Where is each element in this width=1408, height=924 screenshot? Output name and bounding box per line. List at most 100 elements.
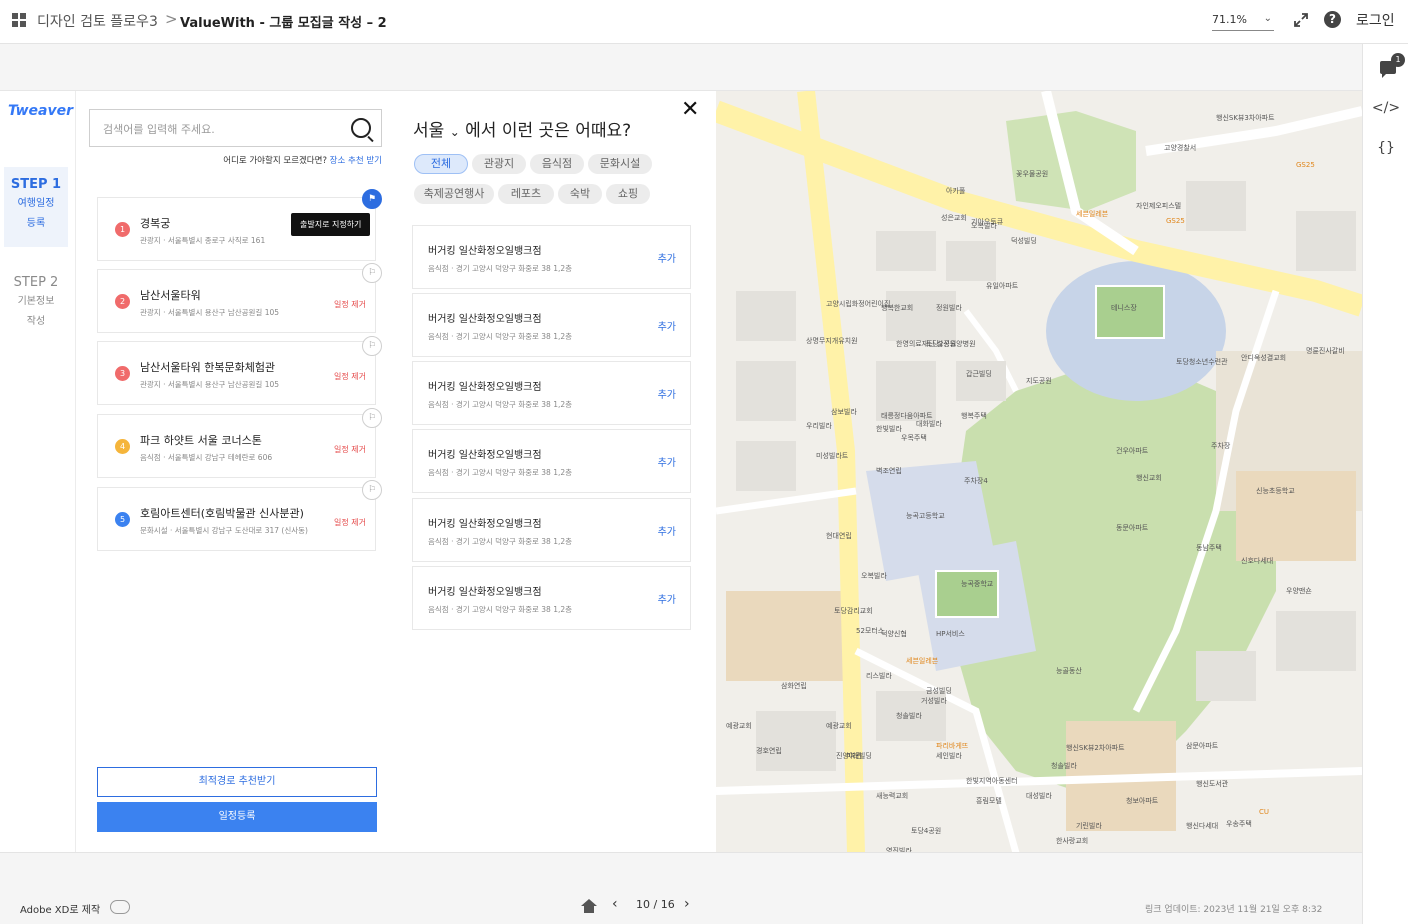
close-icon[interactable]: ✕ <box>681 97 699 122</box>
flag-icon[interactable]: ⚐ <box>362 408 382 428</box>
map-label: 주차장 <box>1211 442 1231 450</box>
recommend-item[interactable]: 버거킹 일산화정오일뱅크점 음식점 · 경기 고양시 덕양구 화중로 38 1,… <box>412 566 691 630</box>
prev-page-icon[interactable]: ‹ <box>612 896 618 912</box>
chip-all[interactable]: 전체 <box>414 154 468 174</box>
add-button[interactable]: 추가 <box>658 250 676 265</box>
add-button[interactable]: 추가 <box>658 386 676 401</box>
flag-icon[interactable]: ⚐ <box>362 480 382 500</box>
map-label: 능골동산 <box>1056 667 1082 675</box>
recommend-address: 음식점 · 경기 고양시 덕양구 화중로 38 1,2층 <box>428 605 573 614</box>
chip-lodging[interactable]: 숙박 <box>558 184 602 204</box>
recommend-title: 서울 ⌄ 에서 이런 곳은 어때요? <box>413 116 631 141</box>
schedule-item[interactable]: 4 파크 하얏트 서울 코너스톤 음식점 · 서울특별시 강남구 테헤란로 60… <box>97 414 376 478</box>
map-label: 갑근빌딩 <box>966 370 992 378</box>
grid-menu-icon[interactable] <box>12 13 26 27</box>
map-label: 주차장4 <box>964 477 988 485</box>
map-label: 행신교회 <box>1136 474 1162 482</box>
map-label: 신능초등학교 <box>1256 487 1295 495</box>
chip-festival[interactable]: 축제공연행사 <box>414 184 494 204</box>
map-label: 능곡고등학교 <box>906 512 945 520</box>
recommend-name: 버거킹 일산화정오일뱅크점 <box>428 450 542 461</box>
map-label: 청보아파트 <box>1126 797 1159 805</box>
schedule-item[interactable]: 5 호림아트센터(호림박물관 신사분관) 문화시설 · 서울특별시 강남구 도산… <box>97 487 376 551</box>
map-label: 고양경찰서 <box>1164 144 1197 152</box>
place-address: 관광지 · 서울특별시 용산구 남산공원길 105 <box>140 308 280 317</box>
map-view[interactable]: 고양경찰서 꽃우물공원 세븐일레븐 아카풀 자인제오피스텔 기아오토큐 GS25 덕성빌딩 유일… <box>716 91 1362 852</box>
map-label: 행복주택 <box>961 412 987 420</box>
map-label: 우송주택 <box>1226 820 1252 828</box>
zoom-select[interactable]: 71.1% ⌄ <box>1212 13 1274 31</box>
map-label: 청솔빌라 <box>1051 762 1077 770</box>
place-name: 남산서울타워 <box>140 289 201 302</box>
app-logo: Tweaver <box>8 103 74 119</box>
map-label: 기린빌라 <box>1076 822 1102 830</box>
add-button[interactable]: 추가 <box>658 523 676 538</box>
remove-button[interactable]: 일정 제거 <box>334 444 366 455</box>
recommend-item[interactable]: 버거킹 일산화정오일뱅크점 음식점 · 경기 고양시 덕양구 화중로 38 1,… <box>412 293 691 357</box>
map-label: 예광교회 <box>826 722 852 730</box>
map-label: 52모터스 <box>856 627 885 635</box>
home-icon[interactable] <box>580 898 598 914</box>
braces-icon[interactable]: {} <box>1363 140 1408 156</box>
recommend-name: 버거킹 일산화정오일뱅크점 <box>428 246 542 257</box>
start-flag-icon[interactable]: ⚑ <box>362 189 382 209</box>
app-sidebar: Tweaver STEP 1 여행일정 등록 STEP 2 기본정보 작성 <box>0 91 76 852</box>
caret-down-icon[interactable]: ⌄ <box>450 125 460 139</box>
map-label: 안디옥성결교회 <box>1241 354 1287 362</box>
map-label: 한사랑교회 <box>1056 837 1089 845</box>
login-button[interactable]: 로그인 <box>1356 10 1395 30</box>
flag-icon[interactable]: ⚐ <box>362 336 382 356</box>
recommend-link[interactable]: 장소 추천 받기 <box>330 156 382 166</box>
schedule-panel: 검색어를 입력해 주세요. 어디로 가야할지 모르겠다면? 장소 추천 받기 1… <box>76 91 396 852</box>
place-address: 음식점 · 서울특별시 강남구 테헤란로 606 <box>140 453 273 462</box>
remove-button[interactable]: 일정 제거 <box>334 371 366 382</box>
map-label: 현대연립 <box>826 532 852 540</box>
zoom-value: 71.1% <box>1212 13 1247 26</box>
chip-tourism[interactable]: 관광지 <box>472 154 526 174</box>
schedule-item[interactable]: 3 남산서울타워 한복문화체험관 관광지 · 서울특별시 용산구 남산공원길 1… <box>97 341 376 405</box>
code-icon[interactable]: </> <box>1363 100 1408 116</box>
chip-culture[interactable]: 문화시설 <box>588 154 652 174</box>
map-label: 상명무지개유치원 <box>806 337 858 345</box>
step-1[interactable]: STEP 1 여행일정 등록 <box>4 167 68 247</box>
bottom-bar: Adobe XD로 제작 ‹ 10 / 16 › 링크 업데이트: 2023년 … <box>0 852 1362 924</box>
recommend-address: 음식점 · 경기 고양시 덕양구 화중로 38 1,2층 <box>428 264 573 273</box>
help-icon[interactable]: ? <box>1324 11 1341 28</box>
recommend-item[interactable]: 버거킹 일산화정오일뱅크점 음식점 · 경기 고양시 덕양구 화중로 38 1,… <box>412 429 691 493</box>
search-input[interactable]: 검색어를 입력해 주세요. <box>89 109 382 147</box>
route-recommend-button[interactable]: 최적경로 추천받기 <box>97 767 377 797</box>
place-address: 관광지 · 서울특별시 종로구 사직로 161 <box>140 236 266 245</box>
add-button[interactable]: 추가 <box>658 318 676 333</box>
comment-count-badge: 1 <box>1391 53 1405 67</box>
schedule-item[interactable]: 2 남산서울타워 관광지 · 서울특별시 용산구 남산공원길 105 일정 제거 <box>97 269 376 333</box>
map-label: 우리빌라 <box>806 422 832 430</box>
recommend-item[interactable]: 버거킹 일산화정오일뱅크점 음식점 · 경기 고양시 덕양구 화중로 38 1,… <box>412 498 691 562</box>
step-2[interactable]: STEP 2 기본정보 작성 <box>4 265 68 345</box>
search-icon[interactable] <box>351 118 371 138</box>
map-label: 삼화연립 <box>781 682 807 690</box>
map-label: 명륜진사갈비 <box>1306 347 1345 355</box>
place-name: 경복궁 <box>140 217 171 230</box>
place-address: 문화시설 · 서울특별시 강남구 도산대로 317 (신사동) <box>140 526 308 535</box>
add-button[interactable]: 추가 <box>658 454 676 469</box>
chip-leisure[interactable]: 레포츠 <box>498 184 554 204</box>
fullscreen-icon[interactable] <box>1293 12 1309 28</box>
remove-button[interactable]: 일정 제거 <box>334 299 366 310</box>
recommend-item[interactable]: 버거킹 일산화정오일뱅크점 음식점 · 경기 고양시 덕양구 화중로 38 1,… <box>412 225 691 289</box>
flag-icon[interactable]: ⚐ <box>362 263 382 283</box>
map-label: 대화빌라 <box>916 420 942 428</box>
register-schedule-button[interactable]: 일정등록 <box>97 802 377 832</box>
city-select[interactable]: 서울 <box>413 121 444 141</box>
map-label: 거성빌라 <box>921 697 947 705</box>
recommend-address: 음식점 · 경기 고양시 덕양구 화중로 38 1,2층 <box>428 332 573 341</box>
breadcrumb-project[interactable]: 디자인 검토 플로우3 <box>37 11 158 31</box>
chip-shopping[interactable]: 쇼핑 <box>606 184 650 204</box>
map-label: HP서비스 <box>936 630 965 638</box>
chip-restaurant[interactable]: 음식점 <box>530 154 584 174</box>
place-name: 파크 하얏트 서울 코너스톤 <box>140 434 262 447</box>
remove-button[interactable]: 일정 제거 <box>334 517 366 528</box>
map-label: CU <box>1259 808 1270 816</box>
next-page-icon[interactable]: › <box>684 896 690 912</box>
add-button[interactable]: 추가 <box>658 591 676 606</box>
recommend-item[interactable]: 버거킹 일산화정오일뱅크점 음식점 · 경기 고양시 덕양구 화중로 38 1,… <box>412 361 691 425</box>
